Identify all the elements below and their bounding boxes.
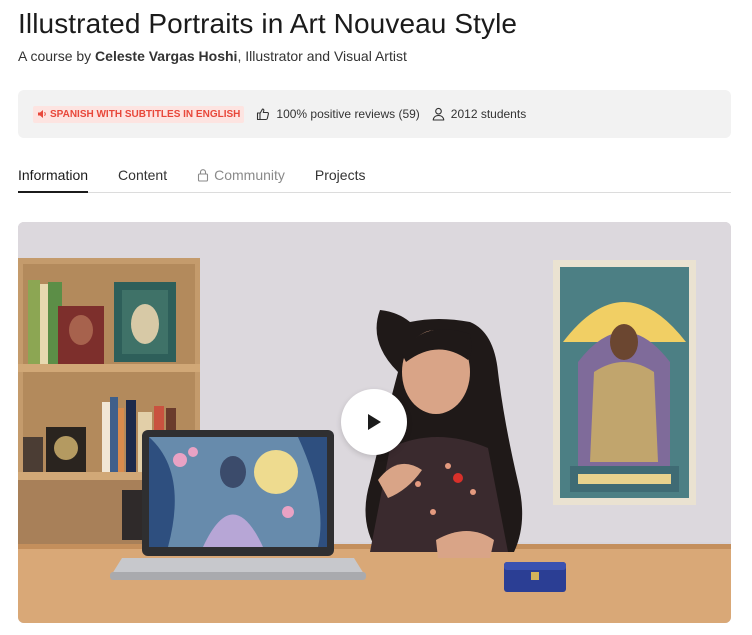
tab-content[interactable]: Content xyxy=(118,158,167,193)
byline-prefix: A course by xyxy=(18,48,96,64)
course-meta-bar: SPANISH WITH SUBTITLES IN ENGLISH 100% p… xyxy=(18,90,731,138)
user-icon xyxy=(432,107,445,121)
students-text: 2012 students xyxy=(450,107,527,121)
author-role: , Illustrator and Visual Artist xyxy=(237,48,407,64)
lock-icon xyxy=(198,169,209,182)
tab-projects[interactable]: Projects xyxy=(315,158,366,193)
course-video-player[interactable] xyxy=(18,222,731,623)
course-tabs: Information Content Community Projects xyxy=(18,158,731,193)
author-name[interactable]: Celeste Vargas Hoshi xyxy=(95,48,237,64)
course-byline: A course by Celeste Vargas Hoshi, Illust… xyxy=(18,48,407,64)
reviews-stat: 100% positive reviews (59) xyxy=(256,107,420,121)
tab-information[interactable]: Information xyxy=(18,158,89,193)
thumbs-up-icon xyxy=(257,108,270,121)
speaker-icon xyxy=(38,110,46,118)
course-title: Illustrated Portraits in Art Nouveau Sty… xyxy=(18,8,518,39)
play-button[interactable] xyxy=(341,389,407,455)
tab-community-label: Community xyxy=(214,167,285,183)
language-badge: SPANISH WITH SUBTITLES IN ENGLISH xyxy=(33,105,245,123)
reviews-text: 100% positive reviews (59) xyxy=(276,107,420,121)
language-badge-label: SPANISH WITH SUBTITLES IN ENGLISH xyxy=(50,108,241,120)
play-icon xyxy=(368,414,381,430)
tab-community[interactable]: Community xyxy=(197,158,285,193)
students-stat: 2012 students xyxy=(432,107,526,121)
